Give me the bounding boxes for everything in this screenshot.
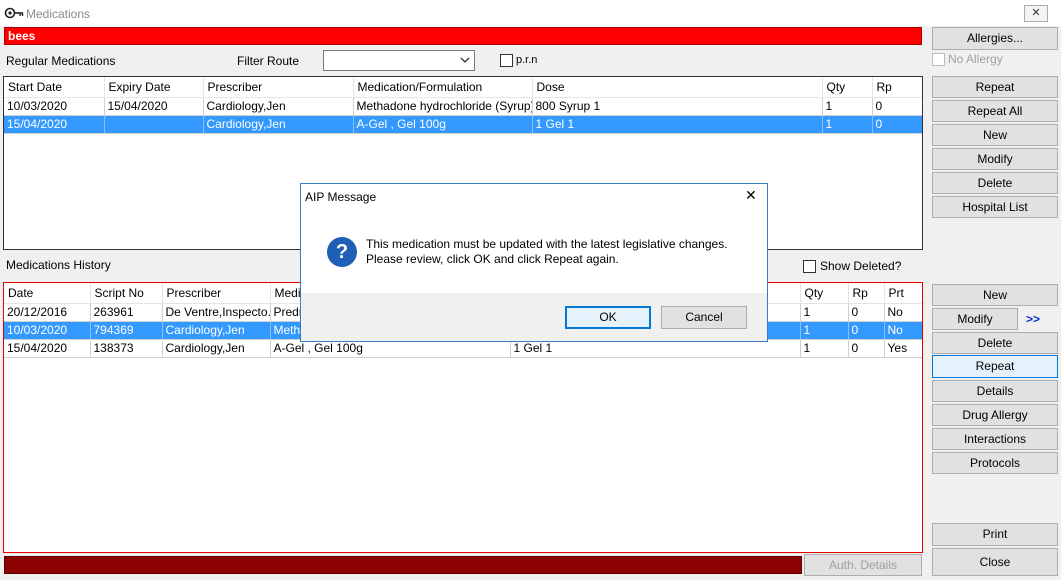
- cell-date: 20/12/2016: [4, 303, 91, 322]
- cell-rp: 0: [872, 97, 922, 116]
- cell-qty: 1: [822, 97, 873, 116]
- filter-route-select[interactable]: [323, 50, 475, 71]
- cell-dose: 1 Gel 1: [532, 115, 823, 134]
- col-prescriber[interactable]: Prescriber: [162, 283, 271, 304]
- new-history-button[interactable]: New: [932, 284, 1058, 306]
- regular-header-row: Start Date Expiry Date Prescriber Medica…: [4, 77, 922, 98]
- col-prescriber[interactable]: Prescriber: [203, 77, 354, 98]
- col-rp[interactable]: Rp: [872, 77, 922, 98]
- cell-dose: 800 Syrup 1: [532, 97, 823, 116]
- cell-expiry-date: [104, 115, 204, 134]
- cell-medication: Methadone hydrochloride (Syrup) ...: [353, 97, 533, 116]
- repeat-button[interactable]: Repeat: [932, 76, 1058, 98]
- cell-prescriber: Cardiology,Jen: [203, 97, 354, 116]
- cell-rp: 0: [848, 303, 885, 322]
- app-key-icon: [4, 7, 24, 19]
- status-bar: [4, 556, 802, 574]
- cell-prt: Yes: [884, 339, 922, 358]
- prn-checkbox[interactable]: [500, 54, 513, 67]
- modify-regular-button[interactable]: Modify: [932, 148, 1058, 170]
- cell-expiry-date: 15/04/2020: [104, 97, 204, 116]
- auth-details-button[interactable]: Auth. Details: [804, 554, 922, 576]
- more-options-link[interactable]: >>: [1026, 312, 1040, 326]
- cell-prt: No: [884, 303, 922, 322]
- print-button[interactable]: Print: [932, 523, 1058, 546]
- cell-script-no: 794369: [90, 321, 163, 340]
- cell-prt: No: [884, 321, 922, 340]
- dialog-message-line2: Please review, click OK and click Repeat…: [366, 252, 619, 266]
- drug-allergy-button[interactable]: Drug Allergy: [932, 404, 1058, 426]
- cell-qty: 1: [822, 115, 873, 134]
- col-qty[interactable]: Qty: [800, 283, 849, 304]
- cell-qty: 1: [800, 303, 849, 322]
- protocols-button[interactable]: Protocols: [932, 452, 1058, 474]
- hospital-list-button[interactable]: Hospital List: [932, 196, 1058, 218]
- regular-medications-heading: Regular Medications: [6, 54, 116, 68]
- cell-start-date: 15/04/2020: [4, 115, 105, 134]
- delete-regular-button[interactable]: Delete: [932, 172, 1058, 194]
- col-date[interactable]: Date: [4, 283, 91, 304]
- delete-history-button[interactable]: Delete: [932, 332, 1058, 354]
- cell-date: 10/03/2020: [4, 321, 91, 340]
- col-start-date[interactable]: Start Date: [4, 77, 105, 98]
- modify-history-button[interactable]: Modify: [932, 308, 1018, 330]
- show-deleted-label: Show Deleted?: [820, 259, 902, 273]
- table-row-selected[interactable]: 15/04/2020 Cardiology,Jen A-Gel , Gel 10…: [4, 115, 922, 134]
- repeat-history-button[interactable]: Repeat: [932, 355, 1058, 378]
- cell-qty: 1: [800, 321, 849, 340]
- dialog-close-icon[interactable]: ✕: [745, 187, 757, 204]
- col-expiry-date[interactable]: Expiry Date: [104, 77, 204, 98]
- show-deleted-checkbox[interactable]: [803, 260, 816, 273]
- allergies-button[interactable]: Allergies...: [932, 27, 1058, 50]
- ok-button[interactable]: OK: [565, 306, 651, 329]
- details-button[interactable]: Details: [932, 380, 1058, 402]
- medications-history-heading: Medications History: [6, 258, 111, 272]
- table-row[interactable]: 10/03/2020 15/04/2020 Cardiology,Jen Met…: [4, 97, 922, 116]
- cell-rp: 0: [848, 339, 885, 358]
- allergy-alert-bar: bees: [4, 27, 922, 45]
- repeat-all-button[interactable]: Repeat All: [932, 100, 1058, 122]
- col-qty[interactable]: Qty: [822, 77, 873, 98]
- prn-label: p.r.n: [516, 54, 538, 66]
- window-title: Medications: [26, 7, 91, 21]
- dialog-message-line1: This medication must be updated with the…: [366, 237, 728, 251]
- title-bar: Medications ✕: [0, 0, 1061, 26]
- cell-rp: 0: [848, 321, 885, 340]
- dialog-title: AIP Message: [305, 190, 377, 204]
- dialog-footer: OK Cancel: [301, 293, 767, 341]
- cell-prescriber: Cardiology,Jen: [162, 339, 271, 358]
- aip-message-dialog: AIP Message ✕ ? This medication must be …: [300, 183, 768, 342]
- cell-qty: 1: [800, 339, 849, 358]
- cell-start-date: 10/03/2020: [4, 97, 105, 116]
- window-close-button[interactable]: ✕: [1024, 5, 1048, 22]
- cancel-button[interactable]: Cancel: [661, 306, 747, 329]
- interactions-button[interactable]: Interactions: [932, 428, 1058, 450]
- cell-date: 15/04/2020: [4, 339, 91, 358]
- question-icon: ?: [327, 237, 357, 267]
- new-regular-button[interactable]: New: [932, 124, 1058, 146]
- cell-script-no: 138373: [90, 339, 163, 358]
- col-script-no[interactable]: Script No: [90, 283, 163, 304]
- no-allergy-checkbox[interactable]: [932, 53, 945, 66]
- no-allergy-label: No Allergy: [948, 52, 1003, 66]
- close-button[interactable]: Close: [932, 548, 1058, 576]
- col-rp[interactable]: Rp: [848, 283, 885, 304]
- cell-rp: 0: [872, 115, 922, 134]
- col-prt[interactable]: Prt: [884, 283, 922, 304]
- chevron-down-icon: [460, 57, 470, 63]
- cell-prescriber: Cardiology,Jen: [203, 115, 354, 134]
- col-dose[interactable]: Dose: [532, 77, 823, 98]
- question-glyph: ?: [335, 241, 349, 263]
- col-medication[interactable]: Medication/Formulation: [353, 77, 533, 98]
- cell-script-no: 263961: [90, 303, 163, 322]
- cell-prescriber: De Ventre,Inspecto...: [162, 303, 271, 322]
- cell-medication: A-Gel , Gel 100g: [353, 115, 533, 134]
- regular-medications-table: Start Date Expiry Date Prescriber Medica…: [4, 77, 922, 134]
- cell-prescriber: Cardiology,Jen: [162, 321, 271, 340]
- filter-route-label: Filter Route: [237, 54, 300, 68]
